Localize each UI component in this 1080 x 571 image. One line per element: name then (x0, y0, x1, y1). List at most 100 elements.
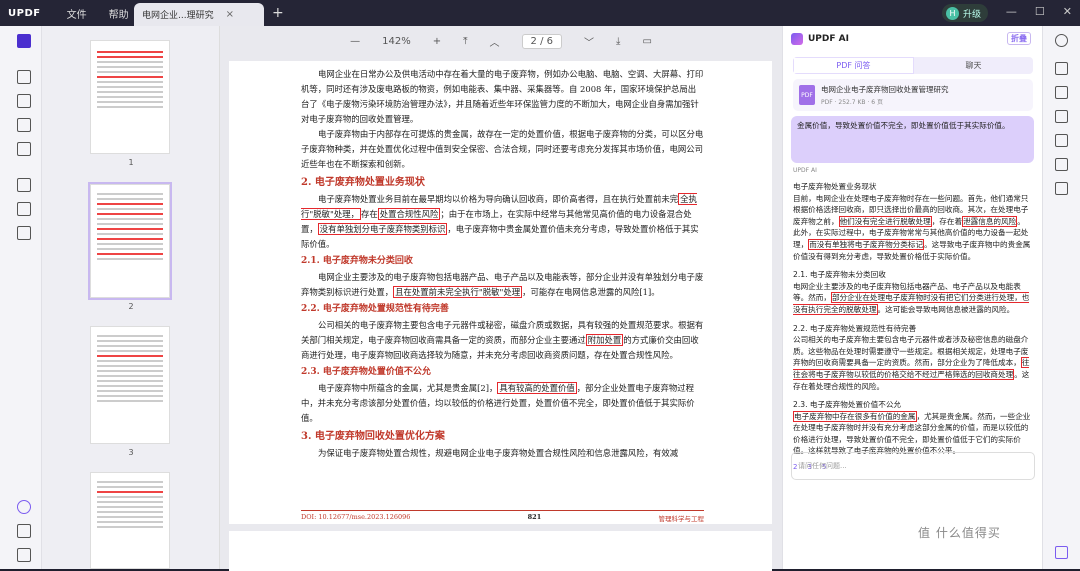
thumbnail-number: 2 (128, 302, 134, 311)
paragraph: 电子废弃物由于内部存在可提炼的贵金属，故存在一定的处置价值，根据电子废弃物的分类… (301, 129, 704, 169)
save-icon[interactable] (1055, 182, 1068, 195)
minimize-icon[interactable]: — (1006, 5, 1017, 18)
ai-question-input[interactable]: 请问任何问题... (791, 452, 1035, 480)
reader-mode-icon[interactable] (17, 34, 31, 48)
last-page-icon[interactable]: ⤓ (616, 36, 620, 47)
ai-panel: UPDF AI 折叠 PDF 问答 聊天 PDF 电网企业电子废弃物回收处置管理… (782, 26, 1042, 569)
thumbnail-panel: 1 2 3 (42, 26, 220, 569)
close-icon[interactable]: ✕ (1063, 5, 1072, 18)
highlight-box: 电子废弃物中存在很多有价值的金属 (793, 410, 917, 422)
section-heading: 3. 电子废弃物回收处置优化方案 (301, 431, 445, 442)
tab-close-icon[interactable]: × (226, 9, 234, 20)
ai-assistant-icon[interactable] (1055, 546, 1068, 559)
ai-label: UPDF AI (793, 167, 817, 174)
maximize-icon[interactable]: ☐ (1035, 5, 1045, 18)
thumbnail-page-2[interactable] (88, 182, 172, 300)
page-number: 821 (527, 513, 542, 521)
attachment-icon[interactable] (17, 548, 31, 562)
tab-chat[interactable]: 聊天 (914, 57, 1033, 74)
edit-pdf-icon[interactable] (17, 94, 31, 108)
paragraph: 电子废弃物中所蕴含的金属，尤其是贵金属[2]， 具有较高的处置价值 ，部分企业处置电… (301, 382, 695, 423)
app-logo: UPDF (8, 7, 41, 19)
menu-file[interactable]: 文件 (67, 6, 87, 21)
page-indicator[interactable]: 2 / 6 (521, 33, 563, 49)
user-message: 金属价值，导致处置价值不完全，即处置价值低于其实际价值。 (791, 116, 1034, 163)
doi: DOI: 10.12677/mse.2023.126096 (301, 513, 411, 521)
bookmark-icon[interactable] (17, 524, 31, 538)
file-card[interactable]: PDF 电网企业电子废弃物回收处置管理研究 PDF · 252.7 KB · 6… (793, 79, 1033, 111)
paragraph: 电网企业主要涉及的电子废弃物包括电器产品、电子产品以及电能表等，部分企业并没有单… (301, 272, 704, 298)
email-icon[interactable] (1055, 158, 1068, 171)
ai-tabs: PDF 问答 聊天 (793, 57, 1033, 74)
highlight-box: 他们没有完全进行脱敏处理 (838, 215, 932, 227)
paragraph: 电子废弃物处置业务目前在最早期均以价格为导向确认回收商，即价高者得，且在执行处置… (301, 193, 699, 249)
thumbnail-number: 1 (128, 158, 134, 167)
highlight-box: 没有单独划分电子废弃物类别标识 (317, 223, 448, 235)
paragraph: 为保证电子废弃物处置合规性，规避电网企业电子废弃物处置合规性风险和信息泄露风险，… (318, 448, 679, 458)
ocr-icon[interactable] (1055, 62, 1068, 75)
next-page-icon[interactable]: ﹀ (584, 34, 594, 49)
organize-pages-icon[interactable] (17, 178, 31, 192)
menu-help[interactable]: 帮助 (109, 6, 129, 21)
highlight-box: 具有较高的处置价值 (497, 382, 577, 394)
thumbnail-page-3[interactable] (90, 326, 170, 444)
search-icon[interactable] (1055, 34, 1068, 47)
prev-page-icon[interactable]: ︿ (490, 34, 500, 49)
thumbnail-page-4[interactable] (90, 472, 170, 569)
view-toolbar: — 142% + ⤒ ︿ 2 / 6 ﹀ ⤓ ▭ (220, 26, 782, 56)
pdf-page: 电网企业在日常办公及供电活动中存在着大量的电子废弃物，例如办公电脑、电脑、空调、… (229, 61, 772, 524)
comment-icon[interactable] (17, 70, 31, 84)
answer-title: 电子废弃物处置业务现状 (793, 182, 877, 191)
tab-pdf-qa[interactable]: PDF 问答 (793, 57, 914, 74)
layers-icon[interactable] (17, 500, 31, 514)
subsection-heading: 2.1. 电子废弃物未分类回收 (301, 256, 413, 266)
ai-header: UPDF AI 折叠 (783, 26, 1043, 52)
ai-title: UPDF AI (808, 34, 849, 44)
highlight-box: 泄露信息的风险 (962, 215, 1018, 227)
document-viewer: — 142% + ⤒ ︿ 2 / 6 ﹀ ⤓ ▭ 电网企业在日常办公及供电活动中… (220, 26, 782, 571)
highlight-box: 而没有单独将电子废弃物分类标记 (808, 238, 925, 250)
convert-icon[interactable] (17, 142, 31, 156)
answer-subtitle: 2.2. 电子废弃物处置规范性有待完善 (793, 323, 917, 333)
upgrade-label: 升级 (963, 9, 982, 20)
zoom-in-icon[interactable]: + (433, 36, 441, 47)
title-bar: UPDF 文件 帮助 电网企业...理研究 × + H 升级 — ☐ ✕ (0, 0, 1080, 26)
file-name: 电网企业电子废弃物回收处置管理研究 (821, 85, 949, 94)
answer-subtitle: 2.3. 电子废弃物处置价值不公允 (793, 400, 902, 410)
new-tab-button[interactable]: + (272, 5, 284, 21)
subsection-heading: 2.3. 电子废弃物处置价值不公允 (301, 367, 431, 377)
document-tab[interactable]: 电网企业...理研究 × (134, 3, 264, 26)
next-pdf-page (229, 531, 772, 571)
page-footer: DOI: 10.12677/mse.2023.126096 821 管理科学与工… (301, 510, 704, 523)
present-icon[interactable]: ▭ (642, 36, 651, 47)
paragraph: 电网企业在日常办公及供电活动中存在着大量的电子废弃物，例如办公电脑、电脑、空调、… (301, 69, 704, 124)
journal-name: 管理科学与工程 (658, 515, 704, 523)
share-icon[interactable] (1055, 134, 1068, 147)
highlight-box: 处置合规性风险 (377, 208, 441, 220)
upgrade-button[interactable]: H 升级 (942, 4, 988, 22)
pdf-file-icon: PDF (799, 85, 815, 105)
ai-answer: 电子废弃物处置业务现状 目前，电网企业在处理电子废弃物时存在一些问题。首先，他们… (793, 181, 1031, 474)
watermark: 值 什么值得买 (918, 526, 1001, 540)
section-heading: 2. 电子废弃物处置业务现状 (301, 177, 425, 188)
file-meta: PDF · 252.7 KB · 6 页 (821, 99, 883, 106)
subsection-heading: 2.2. 电子废弃物处置规范性有待完善 (301, 304, 449, 314)
highlight-box: 且在处置前未完全执行"脱敏"处理 (393, 286, 523, 298)
protect-icon[interactable] (1055, 110, 1068, 123)
right-toolbar (1042, 26, 1080, 569)
zoom-level[interactable]: 142% (382, 36, 411, 47)
tools-icon[interactable] (17, 226, 31, 240)
crop-icon[interactable] (17, 202, 31, 216)
first-page-icon[interactable]: ⤒ (463, 36, 467, 47)
zoom-out-icon[interactable]: — (350, 36, 360, 47)
collapse-ai-button[interactable]: 折叠 (1007, 32, 1031, 45)
convert-pdf-icon[interactable] (1055, 86, 1068, 99)
highlight-box: 附加处置 (585, 334, 624, 346)
avatar: H (946, 6, 959, 20)
thumbnail-page-1[interactable] (90, 40, 170, 154)
answer-subtitle: 2.1. 电子废弃物未分类回收 (793, 270, 886, 280)
form-icon[interactable] (17, 118, 31, 132)
tab-title: 电网企业...理研究 (142, 11, 214, 21)
thumbnail-number: 3 (128, 448, 134, 457)
paragraph: 公司相关的电子废弃物主要包含电子元器件或秘密，磁盘介质或数据，具有较强的处置规范… (301, 320, 704, 360)
